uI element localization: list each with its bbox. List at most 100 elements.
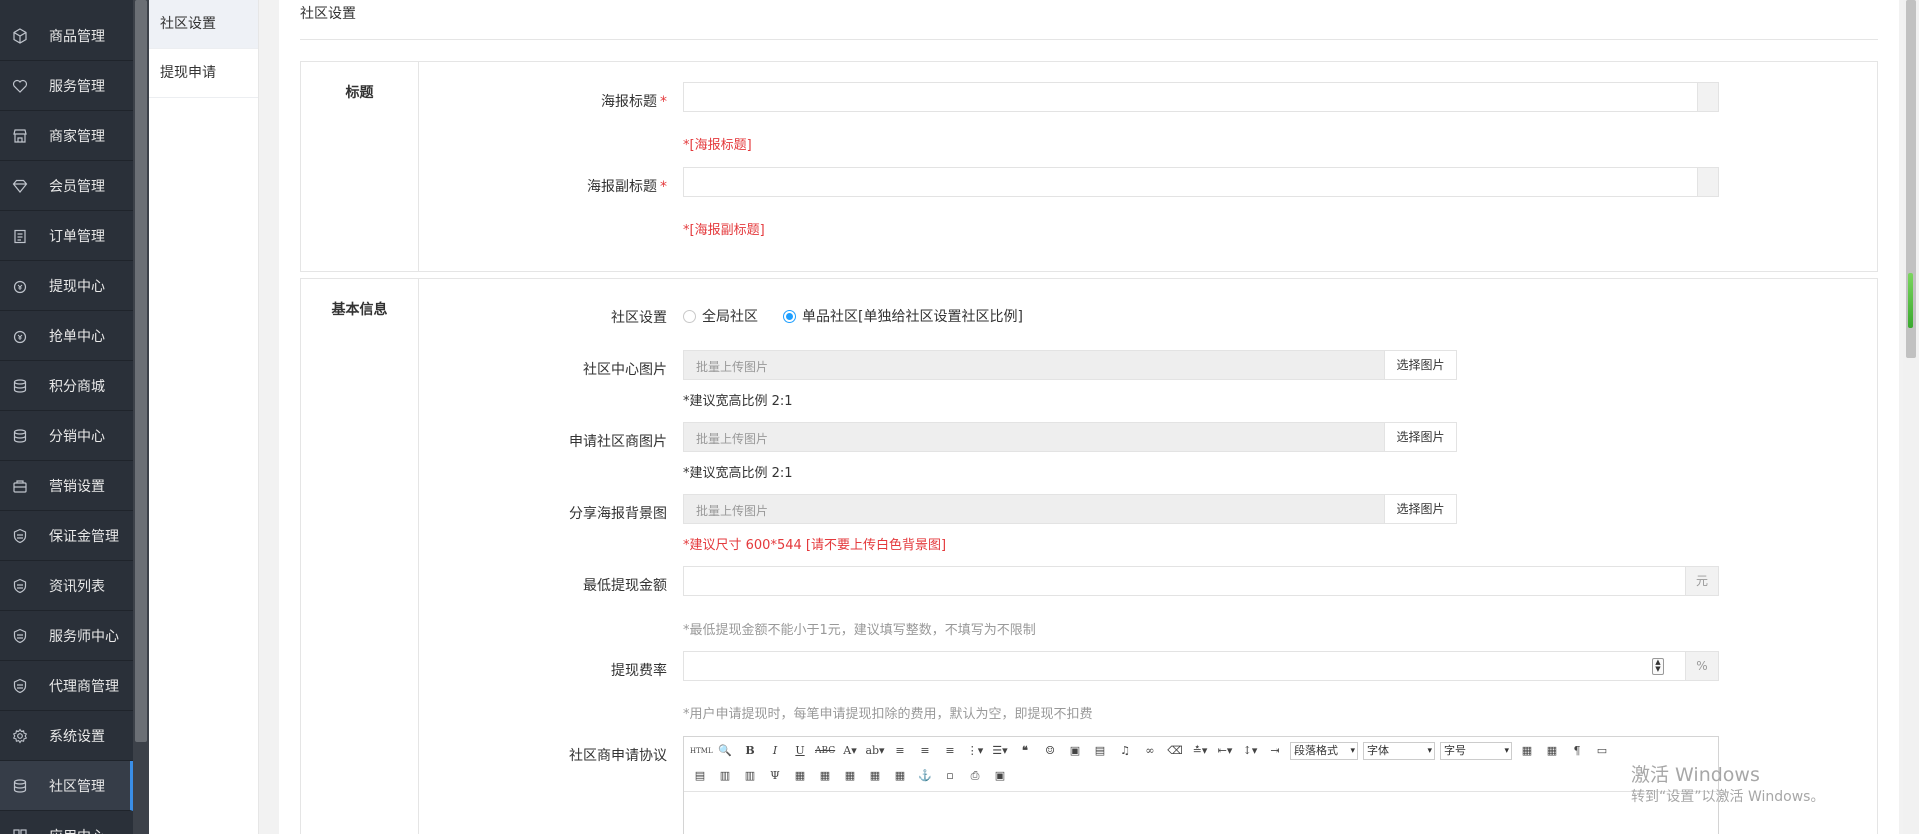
- sidebar-item[interactable]: 抢单中心: [0, 311, 133, 361]
- sidebar-item[interactable]: 资讯列表: [0, 561, 133, 611]
- grid-icon: [12, 828, 28, 834]
- video-icon[interactable]: ▤: [1090, 741, 1110, 761]
- split-cols-icon[interactable]: ▦: [890, 766, 910, 786]
- sidebar-item[interactable]: 提现中心: [0, 261, 133, 311]
- bold-icon[interactable]: B: [740, 741, 760, 761]
- link-icon[interactable]: ∞: [1140, 741, 1160, 761]
- fee-rate-label: 提现费率: [611, 663, 667, 679]
- outdent-icon[interactable]: ⇥: [1265, 741, 1285, 761]
- cube-icon: [12, 28, 28, 44]
- split-cell-icon[interactable]: Ψ: [765, 766, 785, 786]
- radio-on-icon: [783, 310, 796, 323]
- insert-row-icon[interactable]: ▤: [690, 766, 710, 786]
- page-scrollbar[interactable]: [1903, 0, 1919, 834]
- min-withdraw-input[interactable]: 元: [683, 566, 1719, 596]
- line-height-icon[interactable]: ↕▾: [1240, 741, 1260, 761]
- sidebar-scrollbar-thumb[interactable]: [135, 0, 147, 742]
- windows-watermark-subtitle: 转到“设置”以激活 Windows。: [1631, 789, 1825, 805]
- sidebar-item-label: 服务师中心: [49, 629, 119, 645]
- merge-down-icon[interactable]: ▦: [840, 766, 860, 786]
- agreement-rich-editor[interactable]: HTML 🔍 B I U ABC A▾ ab▾ ≡ ≡ ≡ ⋮▾ ☰▾ ❝ ☺ …: [683, 736, 1719, 834]
- input-addon: [1697, 83, 1718, 111]
- ordered-list-icon[interactable]: ⋮▾: [965, 741, 985, 761]
- sidebar-item[interactable]: 积分商城: [0, 361, 133, 411]
- music-icon[interactable]: ♫: [1115, 741, 1135, 761]
- text-direction-icon[interactable]: ¶: [1567, 741, 1587, 761]
- radio-single-community[interactable]: 单品社区[单独给社区设置社区比例]: [783, 306, 1023, 326]
- sidebar-item[interactable]: 营销设置: [0, 461, 133, 511]
- paste-icon[interactable]: ▣: [990, 766, 1010, 786]
- table-icon[interactable]: ▦: [1517, 741, 1537, 761]
- underline-icon[interactable]: U: [790, 741, 810, 761]
- font-color-icon[interactable]: A▾: [840, 741, 860, 761]
- highlight-icon[interactable]: ab▾: [865, 741, 885, 761]
- apply-image-upload-field[interactable]: 批量上传图片: [683, 422, 1386, 452]
- paragraph-format-select[interactable]: 段落格式: [1290, 742, 1358, 760]
- search-icon[interactable]: 🔍: [715, 741, 735, 761]
- radio-off-icon: [683, 310, 696, 323]
- share-bg-upload-field[interactable]: 批量上传图片: [683, 494, 1386, 524]
- sidebar-item[interactable]: 服务师中心: [0, 611, 133, 661]
- fee-rate-input[interactable]: ▲ ▼ %: [683, 651, 1719, 681]
- poster-subtitle-hint: *[海报副标题]: [683, 223, 765, 238]
- subnav-item-withdraw-apply[interactable]: 提现申请: [149, 49, 258, 98]
- anchor-icon[interactable]: ⚓: [915, 766, 935, 786]
- print-icon[interactable]: ⎙: [965, 766, 985, 786]
- emoji-icon[interactable]: ☺: [1040, 741, 1060, 761]
- insert-table-icon[interactable]: ▦: [1542, 741, 1562, 761]
- font-family-select[interactable]: 字体: [1363, 742, 1435, 760]
- merge-cells-icon[interactable]: ▦: [790, 766, 810, 786]
- italic-icon[interactable]: I: [765, 741, 785, 761]
- delete-col-icon[interactable]: ▥: [740, 766, 760, 786]
- blockquote-icon[interactable]: ❝: [1015, 741, 1035, 761]
- align-left-icon[interactable]: ≡: [890, 741, 910, 761]
- eraser-icon[interactable]: ⌫: [1165, 741, 1185, 761]
- radio-global-community[interactable]: 全局社区: [683, 306, 758, 326]
- sidebar-item[interactable]: 商品管理: [0, 11, 133, 61]
- center-image-upload-field[interactable]: 批量上传图片: [683, 350, 1386, 380]
- image-icon[interactable]: ▣: [1065, 741, 1085, 761]
- unordered-list-icon[interactable]: ☰▾: [990, 741, 1010, 761]
- center-image-select-button[interactable]: 选择图片: [1384, 350, 1457, 380]
- poster-title-input[interactable]: [683, 82, 1719, 112]
- preview-icon[interactable]: ▭: [1592, 741, 1612, 761]
- align-right-icon[interactable]: ≡: [940, 741, 960, 761]
- page-break-icon[interactable]: ▫: [940, 766, 960, 786]
- indent-icon[interactable]: ⇤▾: [1215, 741, 1235, 761]
- database-icon: [12, 778, 28, 794]
- sidebar-item[interactable]: 社区管理: [0, 761, 133, 811]
- sidebar-item[interactable]: 商家管理: [0, 111, 133, 161]
- sidebar-scrollbar[interactable]: [133, 0, 149, 834]
- poster-subtitle-input[interactable]: [683, 167, 1719, 197]
- sidebar-item[interactable]: 服务管理: [0, 61, 133, 111]
- sidebar-item[interactable]: 分销中心: [0, 411, 133, 461]
- community-setting-radio-group: 全局社区 单品社区[单独给社区设置社区比例]: [683, 306, 1083, 326]
- insert-col-icon[interactable]: ▥: [715, 766, 735, 786]
- sidebar-item[interactable]: 系统设置: [0, 711, 133, 761]
- merge-right-icon[interactable]: ▦: [815, 766, 835, 786]
- fee-rate-hint: *用户申请提现时，每笔申请提现扣除的费用，默认为空，即提现不扣费: [683, 707, 1093, 722]
- sidebar-item-label: 分销中心: [49, 429, 105, 445]
- align-center-icon[interactable]: ≡: [915, 741, 935, 761]
- sidebar-item[interactable]: 会员管理: [0, 161, 133, 211]
- sidebar-item-label: 代理商管理: [49, 679, 119, 695]
- sidebar-item-label: 抢单中心: [49, 329, 105, 345]
- subnav-item-community-settings[interactable]: 社区设置: [149, 0, 258, 49]
- editor-toolbar-row-2: ▤ ▥ ▥ Ψ ▦ ▦ ▦ ▦ ▦ ⚓ ▫ ⎙ ▣: [690, 765, 1010, 787]
- sidebar-item-label: 保证金管理: [49, 529, 119, 545]
- share-bg-select-button[interactable]: 选择图片: [1384, 494, 1457, 524]
- html-source-icon[interactable]: HTML: [690, 741, 713, 761]
- sidebar-item[interactable]: 代理商管理: [0, 661, 133, 711]
- split-rows-icon[interactable]: ▦: [865, 766, 885, 786]
- apply-image-select-button[interactable]: 选择图片: [1384, 422, 1457, 452]
- sidebar-item-label: 会员管理: [49, 179, 105, 195]
- sidebar-item[interactable]: 应用中心: [0, 811, 133, 834]
- coin-icon: [12, 328, 28, 344]
- sidebar-item[interactable]: 保证金管理: [0, 511, 133, 561]
- editor-toolbar-row-1: HTML 🔍 B I U ABC A▾ ab▾ ≡ ≡ ≡ ⋮▾ ☰▾ ❝ ☺ …: [690, 740, 1612, 762]
- sidebar-item[interactable]: 订单管理: [0, 211, 133, 261]
- paragraph-spacing-icon[interactable]: ≛▾: [1190, 741, 1210, 761]
- number-spinner[interactable]: ▲ ▼: [1652, 658, 1664, 675]
- strikethrough-icon[interactable]: ABC: [815, 741, 835, 761]
- font-size-select[interactable]: 字号: [1440, 742, 1512, 760]
